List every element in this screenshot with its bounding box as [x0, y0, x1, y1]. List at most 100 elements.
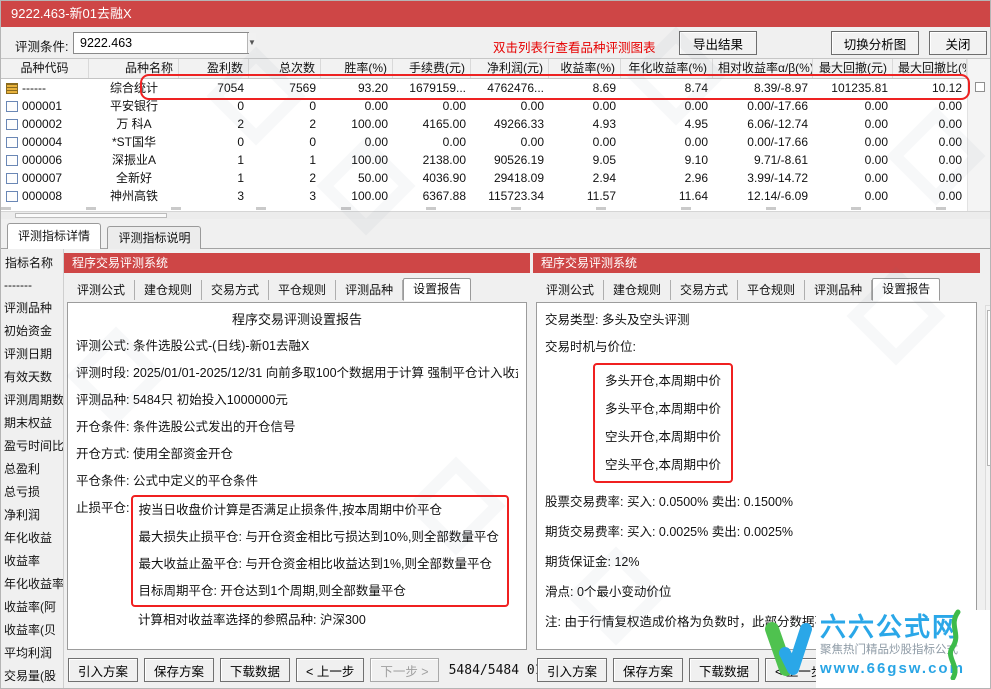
sidebar-item[interactable]: 收益率(贝	[1, 619, 63, 642]
panel-tab[interactable]: 平仓规则	[269, 280, 336, 300]
table-row[interactable]: 000007 全新好 1 2 50.00 4036.90 29418.09 2.…	[1, 169, 967, 187]
sidebar-item[interactable]: 平均利润	[1, 642, 63, 665]
chevron-down-icon[interactable]: ▼	[247, 33, 256, 53]
sidebar-item[interactable]: 净利润	[1, 504, 63, 527]
cell-total-count: 7569	[249, 79, 321, 97]
condition-label: 评测条件:	[15, 36, 68, 55]
condition-input[interactable]	[74, 33, 247, 53]
footer-button[interactable]: < 上一步	[296, 658, 364, 682]
cell-return: 9.05	[549, 151, 621, 169]
indicator-tab[interactable]: 评测指标说明	[107, 226, 201, 249]
footer-button[interactable]: 下一步 >	[839, 658, 907, 682]
column-header[interactable]: 手续费(元)	[393, 59, 471, 78]
table-row[interactable]: 000004 *ST国华 0 0 0.00 0.00 0.00 0.00 0.0…	[1, 133, 967, 151]
horizontal-scrollbar-thumb[interactable]	[15, 213, 167, 218]
table-right-strip	[967, 59, 991, 211]
footer-button[interactable]: 下载数据	[689, 658, 759, 682]
column-header[interactable]: 盈利数	[179, 59, 249, 78]
footer-button[interactable]: 保存方案	[144, 658, 214, 682]
sidebar-item[interactable]: 盈亏时间比	[1, 435, 63, 458]
table-header-row: 品种代码 品种名称 盈利数 总次数 胜率(%) 手续费(元) 净利润(元) 收益…	[1, 59, 967, 79]
sidebar-item[interactable]: 有效天数	[1, 366, 63, 389]
column-header[interactable]: 最大回撤(元)	[813, 59, 893, 78]
code-text: 000004	[22, 133, 62, 151]
sidebar-item[interactable]: 收益率	[1, 550, 63, 573]
left-footer-buttons: 引入方案 保存方案 下载数据 < 上一步 下一步 >	[68, 658, 439, 682]
cell-total-count: 1	[249, 151, 321, 169]
cell-win-rate: 93.20	[321, 79, 393, 97]
column-header[interactable]: 品种名称	[89, 59, 179, 78]
cell-win-count: 0	[179, 97, 249, 115]
timing-rule: 空头开仓,本周期中价	[605, 423, 721, 451]
sidebar-item[interactable]: 初始资金	[1, 320, 63, 343]
panel-tab[interactable]: 建仓规则	[135, 280, 202, 300]
report-line: 平仓条件: 公式中定义的平仓条件	[76, 468, 518, 495]
column-header[interactable]: 年化收益率(%)	[621, 59, 713, 78]
panel-tab[interactable]: 评测公式	[537, 280, 604, 300]
table-row[interactable]: 000008 神州高铁 3 3 100.00 6367.88 115723.34…	[1, 187, 967, 205]
sidebar-item[interactable]: 交易量(股	[1, 665, 63, 688]
progress-status: 5484/548	[918, 663, 981, 678]
footer-button[interactable]: 保存方案	[613, 658, 683, 682]
panel-tab[interactable]: 建仓规则	[604, 280, 671, 300]
panel-tab[interactable]: 平仓规则	[738, 280, 805, 300]
column-header[interactable]: 总次数	[249, 59, 321, 78]
panel-tab[interactable]: 交易方式	[671, 280, 738, 300]
cell-net-profit: 49266.33	[471, 115, 549, 133]
vertical-scrollbar[interactable]	[985, 305, 991, 647]
table-row[interactable]: ------ 综合统计 7054 7569 93.20 1679159... 4…	[1, 79, 967, 97]
footer-button[interactable]: 引入方案	[537, 658, 607, 682]
indicator-tab[interactable]: 评测指标详情	[7, 223, 101, 249]
cell-total-count: 2	[249, 169, 321, 187]
panel-tab[interactable]: 交易方式	[202, 280, 269, 300]
footer-button[interactable]: 引入方案	[68, 658, 138, 682]
footer-button[interactable]: 下一步 >	[370, 658, 438, 682]
sidebar-item[interactable]: -------	[1, 274, 63, 297]
condition-combobox[interactable]: ▼	[73, 32, 249, 54]
sidebar-item[interactable]: 评测日期	[1, 343, 63, 366]
column-header[interactable]: 品种代码	[1, 59, 89, 78]
footer-button[interactable]: < 上一步	[765, 658, 833, 682]
table-corner-checkbox[interactable]	[975, 82, 985, 92]
column-header[interactable]: 收益率(%)	[549, 59, 621, 78]
panel-tab[interactable]: 评测品种	[336, 280, 403, 300]
sidebar-item[interactable]: 评测品种	[1, 297, 63, 320]
cell-annual-return: 4.95	[621, 115, 713, 133]
horizontal-scrollbar[interactable]	[1, 211, 991, 219]
cell-fee: 0.00	[393, 97, 471, 115]
sidebar-item[interactable]: 期末权益	[1, 412, 63, 435]
stop-loss-rule: 最大收益止盈平仓: 与开仓资金相比收益达到1%,则全部数量平仓	[138, 551, 498, 578]
sidebar-item[interactable]: 收益率(阿	[1, 596, 63, 619]
sidebar-item[interactable]: 总盈利	[1, 458, 63, 481]
cell-name: 全新好	[89, 169, 179, 187]
footer-button[interactable]: 下载数据	[220, 658, 290, 682]
switch-analysis-chart-button[interactable]: 切换分析图	[831, 31, 919, 55]
column-header[interactable]: 净利润(元)	[471, 59, 549, 78]
column-header[interactable]: 最大回撤比(%)	[893, 59, 967, 78]
row-type-icon	[6, 173, 18, 184]
cell-return: 2.94	[549, 169, 621, 187]
cell-alpha-beta: 8.39/-8.97	[713, 79, 813, 97]
sidebar-item[interactable]: 评测周期数	[1, 389, 63, 412]
panel-tab[interactable]: 评测公式	[68, 280, 135, 300]
close-button[interactable]: 关闭	[929, 31, 987, 55]
cell-fee: 1679159...	[393, 79, 471, 97]
export-results-button[interactable]: 导出结果	[679, 31, 757, 55]
vertical-scrollbar-thumb[interactable]	[987, 310, 991, 466]
left-panel-tabs: 评测公式 建仓规则 交易方式 平仓规则 评测品种 设置报告	[64, 273, 530, 300]
panel-tab[interactable]: 设置报告	[872, 278, 940, 301]
cell-return: 0.00	[549, 97, 621, 115]
fee-line: 期货保证金: 12%	[545, 547, 968, 577]
column-header[interactable]: 胜率(%)	[321, 59, 393, 78]
table-row[interactable]: 000001 平安银行 0 0 0.00 0.00 0.00 0.00 0.00…	[1, 97, 967, 115]
sidebar-item[interactable]: 总亏损	[1, 481, 63, 504]
cell-code: ------	[1, 79, 89, 97]
table-row[interactable]: 000002 万 科A 2 2 100.00 4165.00 49266.33 …	[1, 115, 967, 133]
sidebar-item[interactable]: 年化收益	[1, 527, 63, 550]
panel-tab[interactable]: 设置报告	[403, 278, 471, 301]
column-header[interactable]: 相对收益率α/β(%)	[713, 59, 813, 78]
table-row[interactable]: 000006 深振业A 1 1 100.00 2138.00 90526.19 …	[1, 151, 967, 169]
sidebar-item[interactable]: 年化收益率	[1, 573, 63, 596]
double-click-hint: 双击列表行查看品种评测图表	[493, 37, 656, 56]
panel-tab[interactable]: 评测品种	[805, 280, 872, 300]
